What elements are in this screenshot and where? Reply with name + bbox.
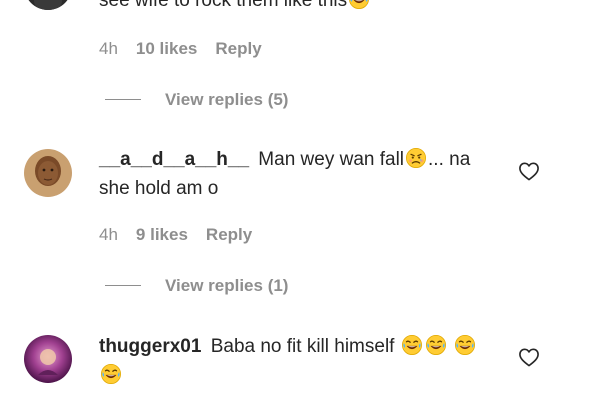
avatar[interactable] <box>24 149 72 197</box>
likes-count[interactable]: 10 likes <box>136 39 197 59</box>
laughing-tears-emoji <box>401 334 423 356</box>
avatar[interactable] <box>24 0 72 10</box>
timestamp: 4h <box>99 225 118 244</box>
reply-button[interactable]: Reply <box>215 39 261 59</box>
comment-body: Baba no fit kill himself <box>210 336 395 357</box>
likes-count[interactable]: 9 likes <box>136 225 188 245</box>
comment-text: __a__d__a__h__ Man wey wan fall... na sh… <box>99 145 489 203</box>
laughing-tears-emoji <box>454 334 476 356</box>
replies-divider <box>105 99 141 100</box>
comment-text: thuggerx01 Baba no fit kill himself <box>99 332 499 390</box>
comment-text: see wife to rock them like this <box>99 0 499 15</box>
worried-face-emoji <box>405 147 427 169</box>
laughing-tears-emoji <box>425 334 447 356</box>
comment-body: see wife to rock them like this <box>99 0 348 11</box>
replies-divider <box>105 285 141 286</box>
laughing-tears-emoji <box>348 0 370 10</box>
comment-username[interactable]: __a__d__a__h__ <box>99 149 249 170</box>
timestamp: 4h <box>99 39 118 58</box>
view-replies-button[interactable]: View replies (5) <box>165 90 288 110</box>
heart-outline-icon[interactable] <box>518 347 540 367</box>
comment-username[interactable]: thuggerx01 <box>99 336 201 357</box>
comment-meta: 4h 10 likes Reply <box>99 39 262 59</box>
view-replies-button[interactable]: View replies (1) <box>165 276 288 296</box>
reply-button[interactable]: Reply <box>206 225 252 245</box>
laughing-tears-emoji <box>100 363 122 385</box>
comment-body: Man wey wan fall <box>258 149 405 170</box>
avatar[interactable] <box>24 335 72 383</box>
heart-outline-icon[interactable] <box>518 161 540 181</box>
comment-meta: 4h 9 likes Reply <box>99 225 252 245</box>
